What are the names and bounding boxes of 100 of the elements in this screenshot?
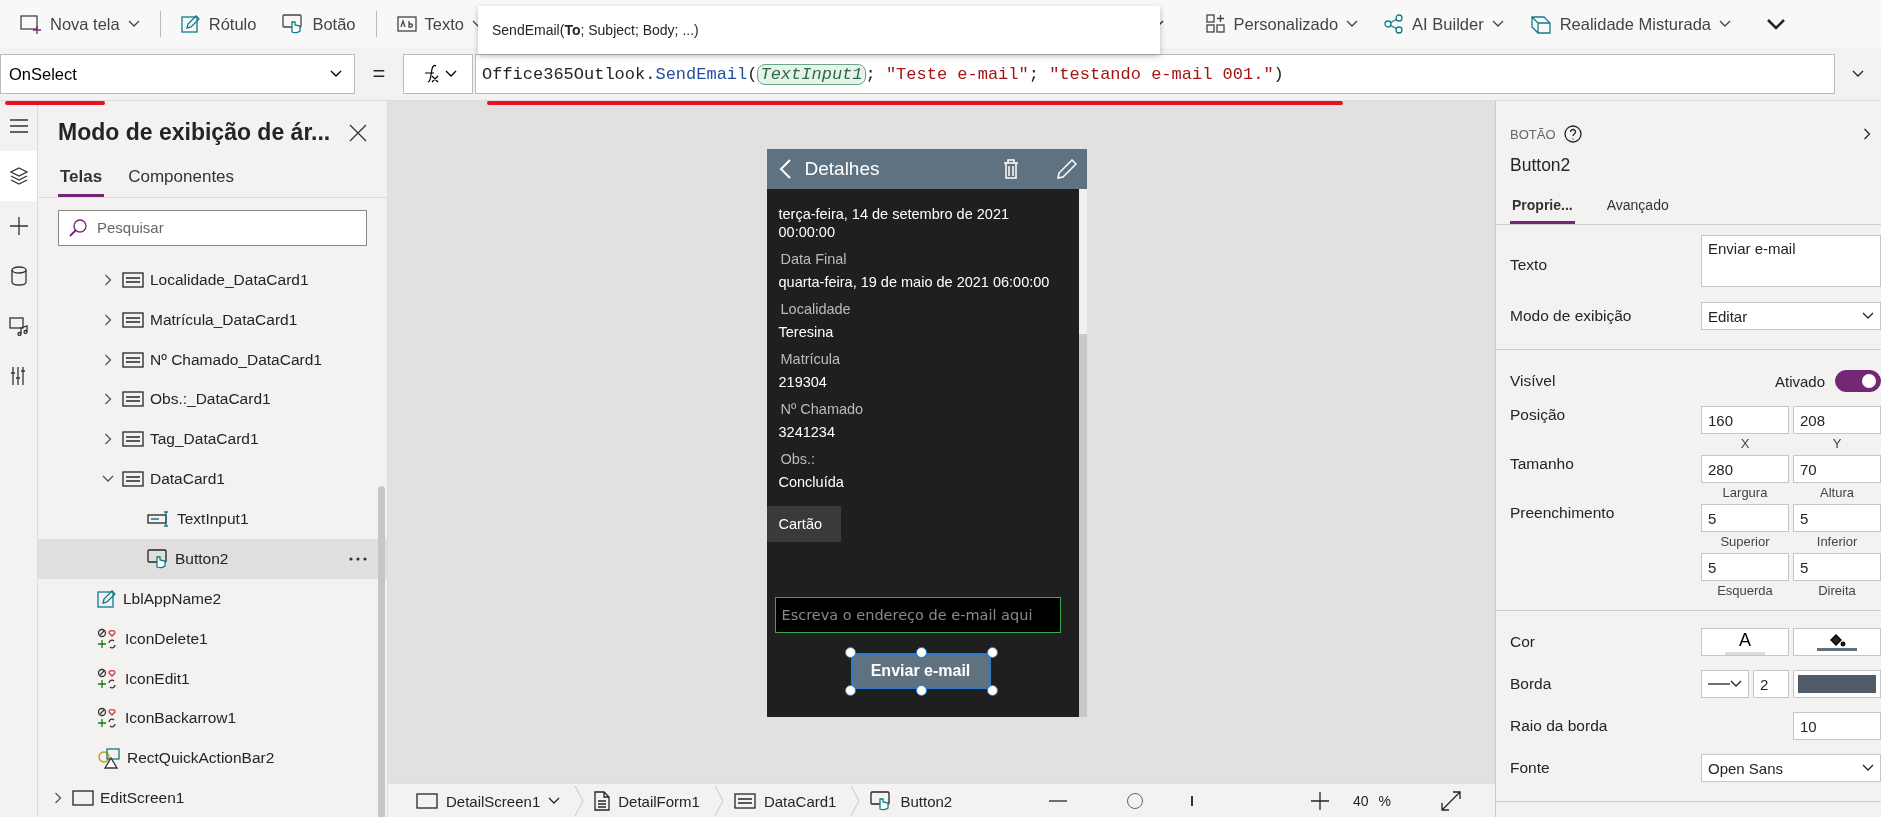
field-value: Teresina	[778, 323, 835, 341]
selection-frame[interactable]: Enviar e-mail	[844, 647, 997, 695]
sidebar-tab[interactable]	[0, 151, 37, 201]
toolbar-button[interactable]: AI Builder	[1374, 8, 1514, 40]
scrollbar[interactable]	[378, 486, 385, 817]
tree-item[interactable]: IconEdit1	[38, 658, 387, 699]
breadcrumb-item[interactable]: DetailScreen1	[406, 792, 575, 810]
breadcrumb-item[interactable]: Button2	[860, 791, 967, 811]
property-dropdown[interactable]: OnSelect	[0, 54, 355, 94]
number-field[interactable]: 70	[1793, 455, 1881, 483]
text-box-icon	[396, 16, 417, 32]
properties-tab[interactable]: Avançado	[1604, 194, 1671, 224]
screen-title: Detalhes	[804, 158, 881, 180]
caret-icon	[1491, 20, 1504, 28]
number-field[interactable]: 160	[1701, 406, 1789, 434]
number-field[interactable]: 208	[1793, 406, 1881, 434]
search-icon	[68, 217, 88, 238]
caret-icon	[1862, 312, 1874, 320]
resize-handle[interactable]	[986, 647, 998, 658]
card-icon	[122, 431, 144, 448]
icon-set-icon	[97, 627, 119, 650]
number-field[interactable]: 2	[1753, 670, 1789, 698]
toolbar-button[interactable]: Nova tela	[10, 8, 150, 40]
caret-icon	[1730, 680, 1742, 688]
chevron-right-icon	[104, 433, 112, 446]
tree-item[interactable]: Button2	[38, 538, 387, 579]
border-style-dropdown[interactable]	[1701, 670, 1749, 698]
number-field[interactable]: 5	[1793, 553, 1881, 581]
text-color-button[interactable]: A	[1701, 628, 1789, 656]
card-icon	[733, 793, 756, 809]
dropdown[interactable]: Editar	[1701, 302, 1881, 330]
toolbar-button[interactable]: Realidade Misturada	[1519, 8, 1741, 40]
chevron-right-icon	[1863, 128, 1871, 140]
panel-title: Modo de exibição de ár...	[58, 119, 331, 147]
tree-item[interactable]: TextInput1	[38, 499, 387, 539]
number-field[interactable]: 5	[1701, 553, 1789, 581]
caret-icon	[1852, 70, 1864, 78]
tree-item[interactable]: IconBackarrow1	[38, 698, 387, 739]
number-field[interactable]: 10	[1793, 712, 1881, 740]
email-input-field[interactable]: Escreva o endereço de e-mail aqui	[774, 597, 1061, 633]
fx-button[interactable]	[403, 54, 473, 94]
cube-view-icon	[1529, 14, 1552, 34]
resize-handle[interactable]	[986, 685, 998, 696]
properties-tab[interactable]: Proprie...	[1510, 194, 1575, 224]
function-signature-tooltip: SendEmail(To; Subject; Body; ...)	[478, 6, 1160, 54]
pencil-square-icon	[180, 14, 201, 34]
caret-icon	[1862, 764, 1874, 772]
property-label: Raio da borda	[1510, 717, 1609, 735]
number-field[interactable]: 5	[1701, 504, 1789, 532]
resize-handle[interactable]	[915, 685, 927, 696]
tooltip: Cartão	[766, 506, 841, 542]
number-field[interactable]: 5	[1793, 504, 1881, 532]
dropdown[interactable]: Open Sans	[1701, 754, 1881, 782]
line-icon	[1708, 683, 1730, 685]
scrollbar[interactable]	[1078, 189, 1087, 717]
panel-tab[interactable]: Componentes	[126, 162, 237, 197]
number-field[interactable]: 280	[1701, 455, 1789, 483]
toggle-switch[interactable]	[1835, 370, 1881, 392]
media-icon	[8, 316, 29, 336]
field-caption: Altura	[1819, 485, 1855, 500]
tree-item[interactable]: Matrícula_DataCard1	[38, 299, 387, 340]
chevron-right-icon	[54, 792, 62, 805]
chevron-down-icon	[102, 475, 114, 484]
toolbar-button[interactable]: Personalizado	[1195, 8, 1369, 40]
screen-icon	[72, 790, 94, 807]
tree-item[interactable]: EditScreen1	[38, 778, 387, 817]
send-email-button[interactable]: Enviar e-mail	[850, 653, 991, 689]
field-label: Data Final	[779, 251, 848, 267]
breadcrumb-separator	[713, 786, 724, 816]
layers-icon	[9, 167, 28, 185]
property-label: Modo de exibição	[1510, 307, 1633, 325]
tree-item[interactable]: RectQuickActionBar2	[38, 738, 387, 779]
resize-handle[interactable]	[844, 647, 856, 658]
toolbar-button[interactable]: Rótulo	[170, 8, 267, 40]
toolbar-button[interactable]: Botão	[272, 8, 366, 40]
field-caption: Y	[1831, 436, 1843, 451]
more-options-icon[interactable]	[349, 556, 367, 561]
property-label: Borda	[1510, 675, 1553, 693]
tree-item[interactable]: LblAppName2	[38, 578, 387, 619]
tree-item[interactable]: IconDelete1	[38, 618, 387, 659]
resize-handle[interactable]	[915, 647, 927, 658]
breadcrumb-item[interactable]: DataCard1	[723, 792, 851, 810]
formula-field[interactable]: Office365Outlook.SendEmail( TextInput1 ; "Teste e-mail"; "testando e-mail 001.")	[475, 54, 1835, 94]
tree-item[interactable]: Obs.:_DataCard1	[38, 379, 387, 420]
text-field[interactable]: Enviar e-mail	[1701, 235, 1881, 287]
tree-item[interactable]: Localidade_DataCard1	[38, 259, 387, 300]
fill-color-button[interactable]	[1793, 628, 1881, 656]
resize-handle[interactable]	[844, 685, 856, 696]
tree-item[interactable]: Nº Chamado_DataCard1	[38, 339, 387, 380]
breadcrumb-item[interactable]: DetailForm1	[584, 791, 714, 811]
panel-tab[interactable]: Telas	[58, 162, 105, 197]
database-icon	[10, 266, 27, 286]
search-field[interactable]: Pesquisar	[58, 209, 367, 246]
tree-item[interactable]: Tag_DataCard1	[38, 419, 387, 460]
border-color-button[interactable]	[1793, 670, 1881, 698]
field-value: Concluída	[778, 473, 845, 491]
tree-item[interactable]: DataCard1	[38, 459, 387, 500]
card-icon	[122, 471, 144, 488]
collapse-icon	[1767, 18, 1785, 30]
field-value: terça-feira, 14 de setembro de 2021 00:00:00	[778, 205, 1011, 241]
